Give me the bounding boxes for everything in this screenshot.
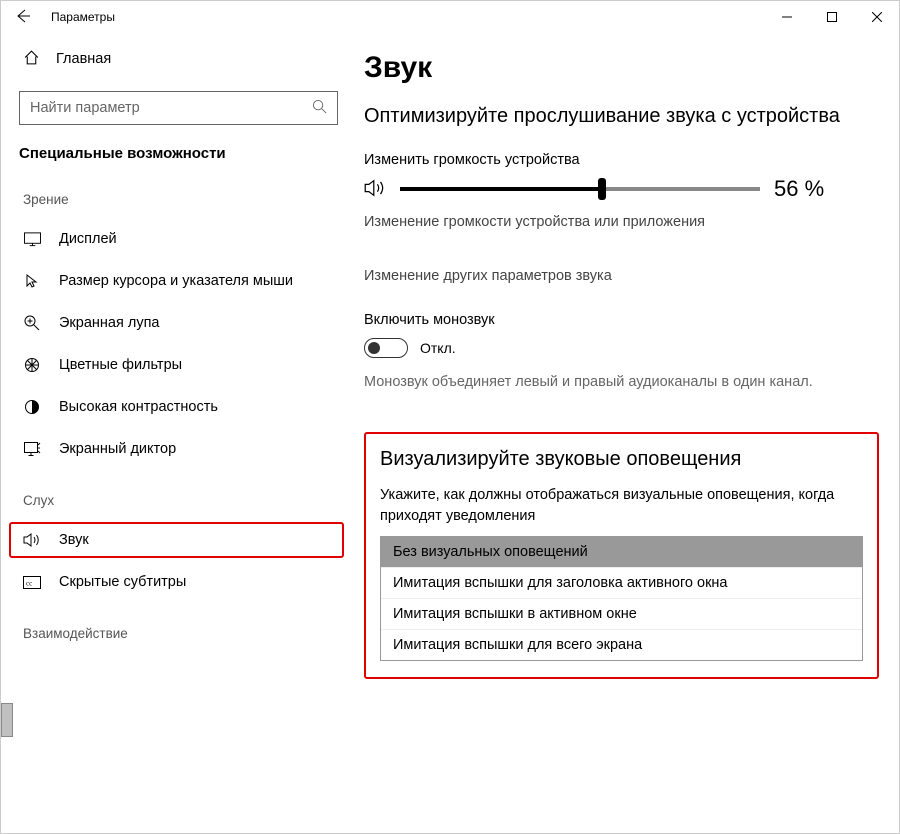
search-field[interactable] bbox=[30, 100, 312, 116]
search-icon bbox=[312, 99, 327, 117]
dropdown-option[interactable]: Имитация вспышки в активном окне bbox=[381, 598, 862, 629]
scroll-thumb[interactable] bbox=[1, 703, 13, 737]
sidebar-item-high-contrast[interactable]: Высокая контрастность bbox=[1, 389, 356, 425]
sidebar-item-label: Высокая контрастность bbox=[59, 399, 218, 415]
sidebar-item-home[interactable]: Главная bbox=[1, 41, 356, 77]
sidebar-item-color-filters[interactable]: Цветные фильтры bbox=[1, 347, 356, 383]
link-app-volume[interactable]: Изменение громкости устройства или прило… bbox=[364, 214, 879, 230]
dropdown-option[interactable]: Имитация вспышки для заголовка активного… bbox=[381, 567, 862, 598]
visual-alerts-heading: Визуализируйте звуковые оповещения bbox=[380, 448, 863, 471]
narrator-icon bbox=[23, 442, 41, 457]
visual-alerts-section: Визуализируйте звуковые оповещения Укажи… bbox=[364, 432, 879, 679]
mono-label: Включить монозвук bbox=[364, 312, 879, 328]
home-icon bbox=[23, 49, 40, 69]
sidebar-item-audio[interactable]: Звук bbox=[9, 522, 344, 558]
sidebar-item-label: Скрытые субтитры bbox=[59, 574, 186, 590]
volume-label: Изменить громкость устройства bbox=[364, 152, 879, 168]
search-input[interactable] bbox=[19, 91, 338, 125]
sidebar-item-captions[interactable]: cc Скрытые субтитры bbox=[1, 564, 356, 600]
maximize-button[interactable] bbox=[809, 1, 854, 33]
color-filter-icon bbox=[23, 357, 41, 373]
cursor-icon bbox=[23, 273, 41, 289]
slider-thumb[interactable] bbox=[598, 178, 606, 200]
scrollbar[interactable] bbox=[1, 33, 7, 833]
sidebar-item-label: Цветные фильтры bbox=[59, 357, 182, 373]
sidebar-item-label: Экранная лупа bbox=[59, 315, 159, 331]
link-other-sound[interactable]: Изменение других параметров звука bbox=[364, 268, 879, 284]
window-title: Параметры bbox=[51, 10, 115, 24]
visual-alerts-desc: Укажите, как должны отображаться визуаль… bbox=[380, 485, 863, 526]
content: Звук Оптимизируйте прослушивание звука с… bbox=[356, 33, 899, 833]
minimize-button[interactable] bbox=[764, 1, 809, 33]
category-title: Специальные возможности bbox=[1, 143, 356, 172]
sidebar-item-magnifier[interactable]: Экранная лупа bbox=[1, 305, 356, 341]
volume-percent: 56 % bbox=[774, 176, 824, 202]
optimize-heading: Оптимизируйте прослушивание звука с устр… bbox=[364, 103, 879, 130]
captions-icon: cc bbox=[23, 576, 41, 589]
sidebar-item-label: Главная bbox=[56, 51, 111, 67]
display-icon bbox=[23, 232, 41, 247]
titlebar: Параметры bbox=[1, 1, 899, 33]
toggle-state: Откл. bbox=[420, 340, 456, 356]
sidebar-item-label: Размер курсора и указателя мыши bbox=[59, 273, 293, 289]
volume-slider[interactable] bbox=[400, 187, 760, 191]
svg-text:cc: cc bbox=[26, 579, 32, 587]
visual-alerts-dropdown[interactable]: Без визуальных оповещений Имитация вспыш… bbox=[380, 536, 863, 661]
audio-icon bbox=[23, 532, 41, 548]
mono-toggle[interactable] bbox=[364, 338, 408, 358]
sidebar-item-display[interactable]: Дисплей bbox=[1, 221, 356, 257]
sidebar-item-label: Звук bbox=[59, 532, 89, 548]
sidebar-item-narrator[interactable]: Экранный диктор bbox=[1, 431, 356, 467]
sidebar-item-cursor[interactable]: Размер курсора и указателя мыши bbox=[1, 263, 356, 299]
back-icon[interactable] bbox=[15, 8, 31, 27]
magnifier-icon bbox=[23, 315, 41, 331]
sidebar: Главная Специальные возможности Зрение Д… bbox=[1, 33, 356, 833]
group-vision-label: Зрение bbox=[1, 172, 356, 215]
group-hearing-label: Слух bbox=[1, 473, 356, 516]
speaker-icon bbox=[364, 178, 386, 201]
dropdown-option[interactable]: Имитация вспышки для всего экрана bbox=[381, 629, 862, 660]
contrast-icon bbox=[23, 399, 41, 415]
group-interaction-label: Взаимодействие bbox=[1, 606, 356, 649]
close-button[interactable] bbox=[854, 1, 899, 33]
dropdown-option[interactable]: Без визуальных оповещений bbox=[381, 537, 862, 567]
page-title: Звук bbox=[364, 51, 879, 85]
mono-note: Монозвук объединяет левый и правый аудио… bbox=[364, 372, 844, 392]
sidebar-item-label: Экранный диктор bbox=[59, 441, 176, 457]
sidebar-item-label: Дисплей bbox=[59, 231, 117, 247]
